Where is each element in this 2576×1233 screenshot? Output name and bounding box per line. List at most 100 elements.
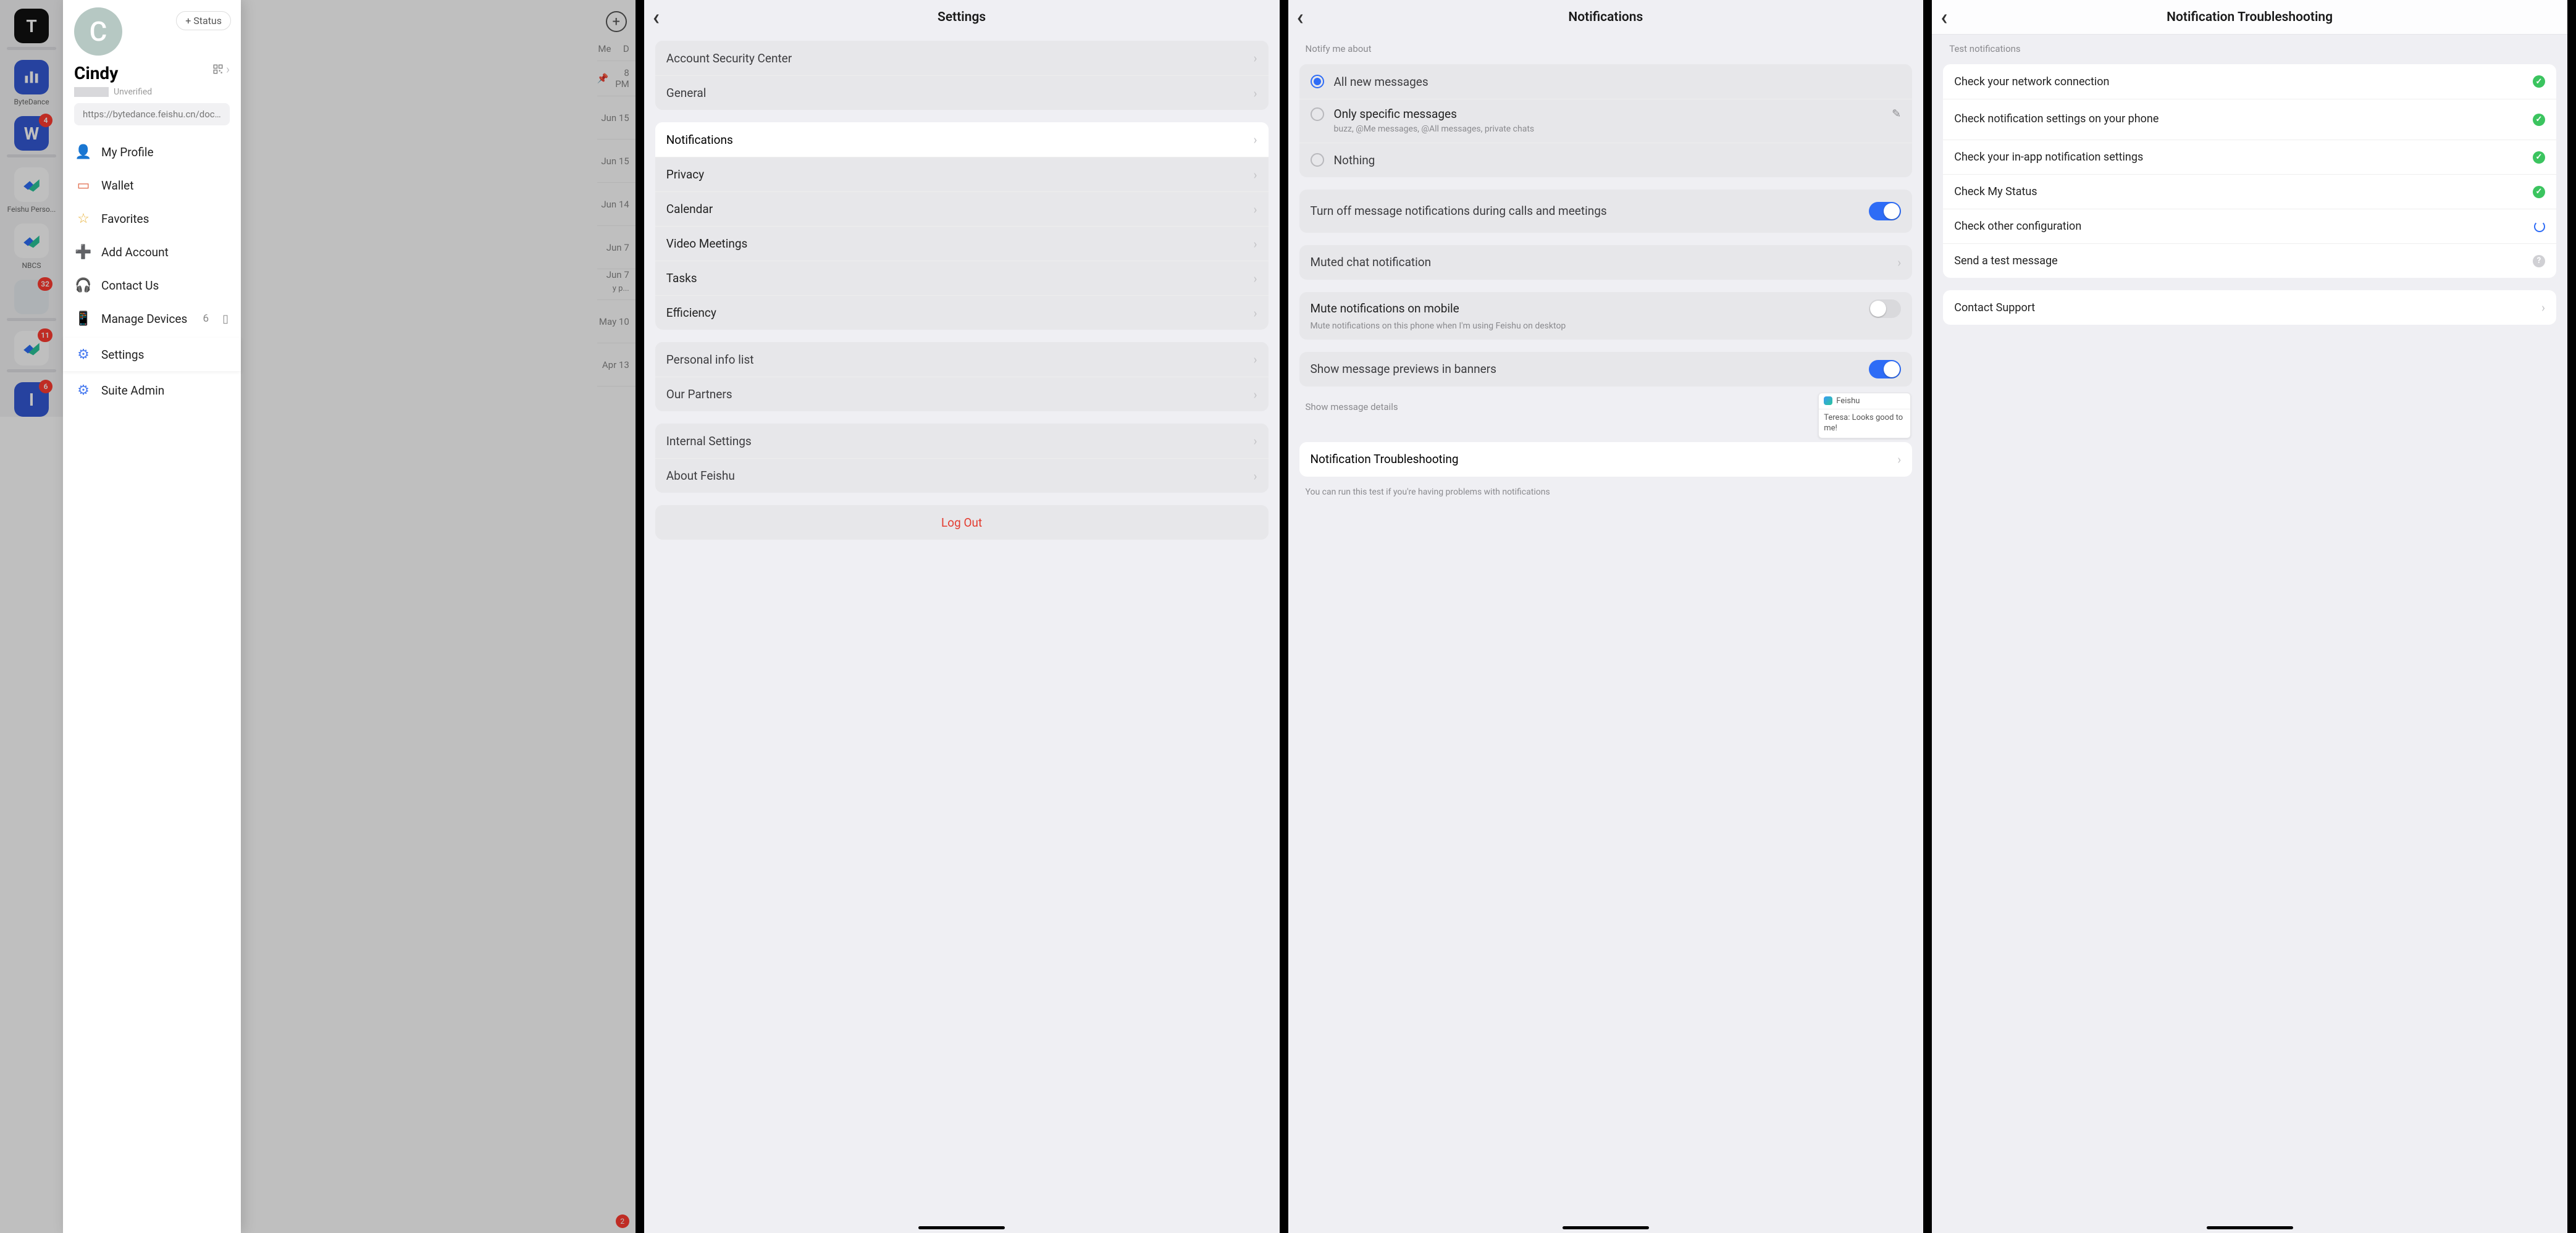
back-button[interactable]: ‹	[653, 6, 660, 28]
row-tasks[interactable]: Tasks›	[655, 261, 1269, 295]
rail-label: ByteDance	[14, 98, 49, 106]
rail-divider	[7, 47, 56, 50]
chevron-right-icon: ›	[2541, 300, 2545, 315]
rail-workspace-nbcs[interactable]: NBCS	[0, 224, 63, 270]
row-efficiency[interactable]: Efficiency›	[655, 295, 1269, 330]
row-label: Efficiency	[666, 306, 1254, 320]
row-personal-info[interactable]: Personal info list›	[655, 342, 1269, 377]
feishu-icon	[21, 174, 42, 195]
rail-workspace-i[interactable]: I 6	[0, 382, 63, 417]
check-ok-icon: ✓	[2533, 151, 2545, 164]
menu-my-profile[interactable]: 👤 My Profile	[63, 135, 241, 169]
row-contact-support[interactable]: Contact Support ›	[1943, 290, 2556, 325]
row-show-previews[interactable]: Show message previews in banners	[1299, 352, 1913, 387]
verification-placeholder	[74, 87, 109, 97]
qr-button[interactable]: ›	[212, 62, 230, 77]
add-status-button[interactable]: + Status	[176, 11, 231, 30]
badge: 6	[39, 380, 52, 393]
row-account-security[interactable]: Account Security Center›	[655, 41, 1269, 75]
row-label: Notification Troubleshooting	[1311, 452, 1898, 466]
rail-workspace-mail[interactable]: 11	[0, 331, 63, 372]
back-button[interactable]: ‹	[1297, 6, 1304, 28]
edit-icon[interactable]: ✎	[1892, 107, 1901, 120]
radio-specific-messages[interactable]: Only specific messages ✎ buzz, @Me messa…	[1299, 99, 1913, 143]
row-description: Mute notifications on this phone when I'…	[1311, 320, 1566, 332]
menu-contact-us[interactable]: 🎧 Contact Us	[63, 269, 241, 302]
menu-add-account[interactable]: ➕ Add Account	[63, 235, 241, 269]
rail-workspace-feishu-personal[interactable]: Feishu Perso...	[0, 167, 63, 214]
spinner-icon	[2534, 221, 2545, 232]
row-calendar[interactable]: Calendar›	[655, 191, 1269, 226]
chevron-right-icon: ›	[1897, 255, 1901, 270]
rail-letter: I	[29, 390, 34, 410]
row-notifications[interactable]: Notifications›	[655, 122, 1269, 157]
radio-all-messages[interactable]: All new messages	[1299, 64, 1913, 99]
chevron-right-icon: ›	[1253, 167, 1257, 182]
check-ok-icon: ✓	[2533, 186, 2545, 198]
rail-workspace-t[interactable]: T	[0, 9, 63, 50]
badge: 11	[38, 328, 52, 342]
row-label: All new messages	[1334, 75, 1902, 89]
chevron-right-icon: ›	[1253, 387, 1257, 402]
toggle-switch[interactable]	[1869, 360, 1901, 378]
chevron-right-icon: ›	[1253, 202, 1257, 217]
row-muted-chat[interactable]: Muted chat notification ›	[1299, 245, 1913, 280]
notification-preview: Feishu Teresa: Looks good to me!	[1818, 393, 1911, 438]
menu-settings[interactable]: ⚙ Settings	[63, 338, 241, 371]
check-other[interactable]: Check other configuration	[1943, 209, 2556, 243]
menu-suite-admin[interactable]: ⚙ Suite Admin	[63, 374, 241, 407]
row-notification-troubleshooting[interactable]: Notification Troubleshooting ›	[1299, 442, 1913, 477]
row-general[interactable]: General›	[655, 75, 1269, 110]
feishu-icon	[1824, 396, 1832, 405]
check-inapp-settings[interactable]: Check your in-app notification settings …	[1943, 140, 2556, 174]
badge: 2	[616, 1214, 629, 1228]
row-video-meetings[interactable]: Video Meetings›	[655, 226, 1269, 261]
rail-label: Feishu Perso...	[7, 205, 56, 214]
menu-manage-devices[interactable]: 📱 Manage Devices 6 ▯	[63, 302, 241, 335]
row-label: Mute notifications on mobile	[1311, 301, 1869, 316]
rail-workspace-map[interactable]: 32	[0, 280, 63, 321]
page-title: Notifications	[1568, 10, 1643, 25]
section-header: Test notifications	[1932, 35, 2567, 58]
list-time: 8 PM	[612, 67, 629, 90]
row-label: Muted chat notification	[1311, 255, 1898, 269]
new-chat-button[interactable]: +	[606, 11, 627, 32]
nav-bar: ‹ Settings	[644, 0, 1280, 35]
row-privacy[interactable]: Privacy›	[655, 157, 1269, 191]
toggle-switch[interactable]	[1869, 299, 1901, 318]
check-test-message[interactable]: Send a test message ?	[1943, 243, 2556, 278]
row-mute-on-mobile[interactable]: Mute notifications on mobile Mute notifi…	[1299, 292, 1913, 340]
menu-label: Add Account	[101, 245, 169, 259]
row-our-partners[interactable]: Our Partners›	[655, 377, 1269, 411]
row-turn-off-during-calls[interactable]: Turn off message notifications during ca…	[1299, 190, 1913, 233]
row-internal-settings[interactable]: Internal Settings›	[655, 424, 1269, 458]
row-about-feishu[interactable]: About Feishu›	[655, 458, 1269, 493]
check-my-status[interactable]: Check My Status ✓	[1943, 174, 2556, 209]
background-list: + Me D 📌8 PM Jun 15 Jun 15 Jun 14 Jun 7 …	[597, 0, 636, 1233]
check-network[interactable]: Check your network connection ✓	[1943, 64, 2556, 99]
tab-me: Me	[598, 43, 611, 54]
menu-favorites[interactable]: ☆ Favorites	[63, 202, 241, 235]
section-header: Notify me about	[1288, 35, 1924, 58]
toggle-switch[interactable]	[1869, 202, 1901, 220]
profile-name: Cindy	[74, 63, 230, 83]
row-label: Nothing	[1334, 153, 1902, 167]
gear-icon: ⚙	[75, 346, 91, 362]
rail-workspace-w[interactable]: W 4	[0, 116, 63, 157]
row-log-out[interactable]: Log Out	[655, 505, 1269, 540]
wallet-icon: ▭	[75, 177, 91, 193]
profile-link[interactable]: https://bytedance.feishu.cn/docs...	[74, 103, 230, 125]
rail-workspace-bytedance[interactable]: ByteDance	[0, 60, 63, 106]
radio-nothing[interactable]: Nothing	[1299, 143, 1913, 177]
row-label: About Feishu	[666, 469, 1254, 483]
home-indicator	[1563, 1226, 1649, 1229]
check-ok-icon: ✓	[2533, 114, 2545, 126]
avatar[interactable]: C	[74, 7, 122, 56]
feishu-icon	[21, 230, 42, 251]
menu-wallet[interactable]: ▭ Wallet	[63, 169, 241, 202]
back-button[interactable]: ‹	[1940, 6, 1947, 28]
device-small-icon: ▯	[222, 312, 229, 325]
check-phone-settings[interactable]: Check notification settings on your phon…	[1943, 99, 2556, 140]
list-time: Apr 13	[602, 359, 629, 370]
workspace-rail: T ByteDance W 4 Feishu Perso...	[0, 0, 63, 417]
